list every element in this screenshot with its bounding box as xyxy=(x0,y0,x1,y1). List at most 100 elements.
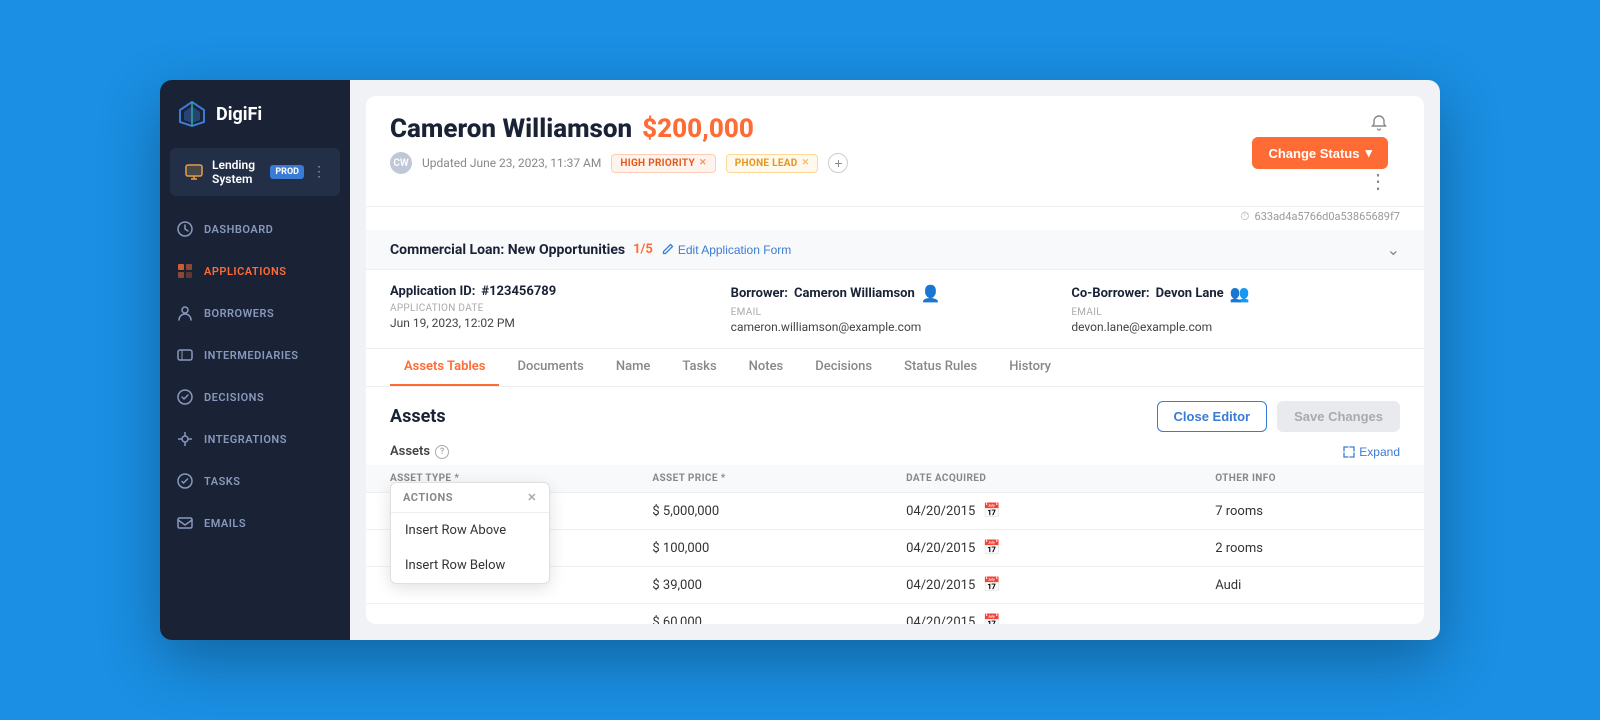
remove-phone-lead[interactable]: ✕ xyxy=(802,158,810,168)
tabs-bar: Assets Tables Documents Name Tasks Notes… xyxy=(366,349,1424,387)
cell-asset-price[interactable]: $ 5,000,000 xyxy=(640,493,894,530)
calendar-icon[interactable]: 📅 xyxy=(983,540,1000,556)
insert-row-above[interactable]: Insert Row Above xyxy=(391,513,549,548)
assets-actions: Close Editor Save Changes xyxy=(1157,401,1400,432)
header-meta: CW Updated June 23, 2023, 11:37 AM HIGH … xyxy=(390,152,848,174)
cell-other-info[interactable]: Audi xyxy=(1203,567,1424,604)
step-badge: 1/5 xyxy=(633,242,653,257)
context-menu-close[interactable]: ✕ xyxy=(527,491,537,504)
calendar-icon[interactable]: 📅 xyxy=(983,614,1000,624)
cell-other-info[interactable]: 7 rooms xyxy=(1203,493,1424,530)
sidebar-item-label: Tasks xyxy=(204,475,240,488)
cell-other-info[interactable]: 2 rooms xyxy=(1203,530,1424,567)
avatar: CW xyxy=(390,152,412,174)
app-id-label: Application ID: xyxy=(390,284,475,299)
header-right: Change Status ▾ ⋮ xyxy=(1252,114,1400,194)
cell-asset-type[interactable] xyxy=(366,604,640,625)
borrower-amount: $200,000 xyxy=(642,114,754,144)
main-content: Cameron Williamson $200,000 CW Updated J… xyxy=(350,80,1440,640)
notifications-button[interactable] xyxy=(1370,114,1388,137)
tab-name[interactable]: Name xyxy=(602,349,665,386)
sidebar-item-dashboard[interactable]: Dashboard xyxy=(160,208,350,250)
cell-asset-price[interactable]: $ 100,000 xyxy=(640,530,894,567)
sidebar-item-label: Applications xyxy=(204,265,286,278)
cell-date-acquired[interactable]: 04/20/2015 📅 xyxy=(894,604,1203,624)
expand-button[interactable]: Expand xyxy=(1343,445,1400,459)
col-asset-price: ASSET PRICE * xyxy=(640,465,894,493)
insert-row-below[interactable]: Insert Row Below xyxy=(391,548,549,583)
remove-high-priority[interactable]: ✕ xyxy=(699,158,707,168)
save-changes-button[interactable]: Save Changes xyxy=(1277,401,1400,432)
add-tag-button[interactable]: + xyxy=(828,153,848,173)
borrower-email-value: cameron.williamson@example.com xyxy=(731,320,1060,334)
logo-text: DigiFi xyxy=(216,104,262,125)
borrower-name-detail: Cameron Williamson xyxy=(794,286,915,301)
tab-status-rules[interactable]: Status Rules xyxy=(890,349,991,386)
sidebar-item-label: Borrowers xyxy=(204,307,274,320)
app-date-label: Application Date xyxy=(390,303,719,314)
coborrower-name: Devon Lane xyxy=(1156,286,1224,301)
tab-documents[interactable]: Documents xyxy=(503,349,597,386)
calendar-icon[interactable]: 📅 xyxy=(983,503,1000,519)
app-info-left: Commercial Loan: New Opportunities 1/5 E… xyxy=(390,242,791,258)
context-menu: ACTIONS ✕ Insert Row Above Insert Row Be… xyxy=(390,482,550,584)
assets-title: Assets xyxy=(390,406,446,427)
sidebar-item-borrowers[interactable]: Borrowers xyxy=(160,292,350,334)
app-id-value: #123456789 xyxy=(481,284,556,299)
tab-tasks[interactable]: Tasks xyxy=(668,349,730,386)
sidebar-item-decisions[interactable]: Decisions xyxy=(160,376,350,418)
context-menu-header: ACTIONS ✕ xyxy=(391,483,549,513)
cell-asset-price[interactable]: $ 39,000 xyxy=(640,567,894,604)
help-icon[interactable]: ? xyxy=(435,445,449,459)
section-title: Commercial Loan: New Opportunities xyxy=(390,242,625,258)
app-id-col: Application ID: #123456789 Application D… xyxy=(390,284,719,334)
borrower-email-label: Email xyxy=(731,307,1060,318)
col-date-acquired: DATE ACQUIRED xyxy=(894,465,1203,493)
more-options-icon[interactable]: ⋮ xyxy=(312,164,326,180)
tag-label: PHONE LEAD xyxy=(735,158,798,169)
cell-date-acquired[interactable]: 04/20/2015 📅 xyxy=(894,567,1203,603)
coborrower-label: Co-Borrower: xyxy=(1071,286,1149,301)
table-row[interactable]: $ 60,000 04/20/2015 📅 xyxy=(366,604,1424,625)
calendar-icon[interactable]: 📅 xyxy=(983,577,1000,593)
change-status-button[interactable]: Change Status ▾ xyxy=(1252,137,1388,169)
sidebar-item-applications[interactable]: Applications xyxy=(160,250,350,292)
app-details: Application ID: #123456789 Application D… xyxy=(366,270,1424,349)
tab-assets-tables[interactable]: Assets Tables xyxy=(390,349,499,386)
cell-date-acquired[interactable]: 04/20/2015 📅 xyxy=(894,530,1203,566)
chevron-down-icon: ▾ xyxy=(1365,145,1372,161)
coborrower-col: Co-Borrower: Devon Lane 👥 Email devon.la… xyxy=(1071,284,1400,334)
cell-asset-price[interactable]: $ 60,000 xyxy=(640,604,894,625)
borrower-label: Borrower: xyxy=(731,286,788,301)
tab-notes[interactable]: Notes xyxy=(735,349,798,386)
sidebar-item-emails[interactable]: Emails xyxy=(160,502,350,544)
assets-table-header: Assets ? Expand xyxy=(366,440,1424,465)
col-other-info: OTHER INFO xyxy=(1203,465,1424,493)
borrower-name: Cameron Williamson xyxy=(390,114,632,144)
change-status-label: Change Status xyxy=(1268,146,1359,161)
content-header: Cameron Williamson $200,000 CW Updated J… xyxy=(366,96,1424,207)
sidebar-system[interactable]: Lending System PROD ⋮ xyxy=(170,148,340,196)
tab-decisions[interactable]: Decisions xyxy=(801,349,886,386)
sidebar-item-tasks[interactable]: Tasks xyxy=(160,460,350,502)
tab-history[interactable]: History xyxy=(995,349,1065,386)
phone-lead-tag: PHONE LEAD ✕ xyxy=(726,154,819,173)
cell-other-info[interactable] xyxy=(1203,604,1424,625)
collapse-icon[interactable]: ⌄ xyxy=(1387,240,1400,259)
sidebar-item-integrations[interactable]: Integrations xyxy=(160,418,350,460)
prod-badge: PROD xyxy=(270,165,304,179)
header-left: Cameron Williamson $200,000 CW Updated J… xyxy=(390,114,848,174)
edit-form-button[interactable]: Edit Application Form xyxy=(661,243,791,257)
app-info-bar: Commercial Loan: New Opportunities 1/5 E… xyxy=(366,230,1424,270)
sidebar-item-intermediaries[interactable]: Intermediaries xyxy=(160,334,350,376)
app-date-value: Jun 19, 2023, 12:02 PM xyxy=(390,316,719,330)
edit-form-label: Edit Application Form xyxy=(678,243,791,257)
assets-table-label: Assets ? xyxy=(390,444,449,459)
borrower-title: Cameron Williamson $200,000 xyxy=(390,114,848,144)
more-options-button[interactable]: ⋮ xyxy=(1368,169,1388,194)
borrower-icon: 👤 xyxy=(921,284,941,303)
context-menu-title: ACTIONS xyxy=(403,491,453,504)
cell-date-acquired[interactable]: 04/20/2015 📅 xyxy=(894,493,1203,529)
close-editor-button[interactable]: Close Editor xyxy=(1157,401,1268,432)
system-name: Lending System xyxy=(212,158,262,186)
